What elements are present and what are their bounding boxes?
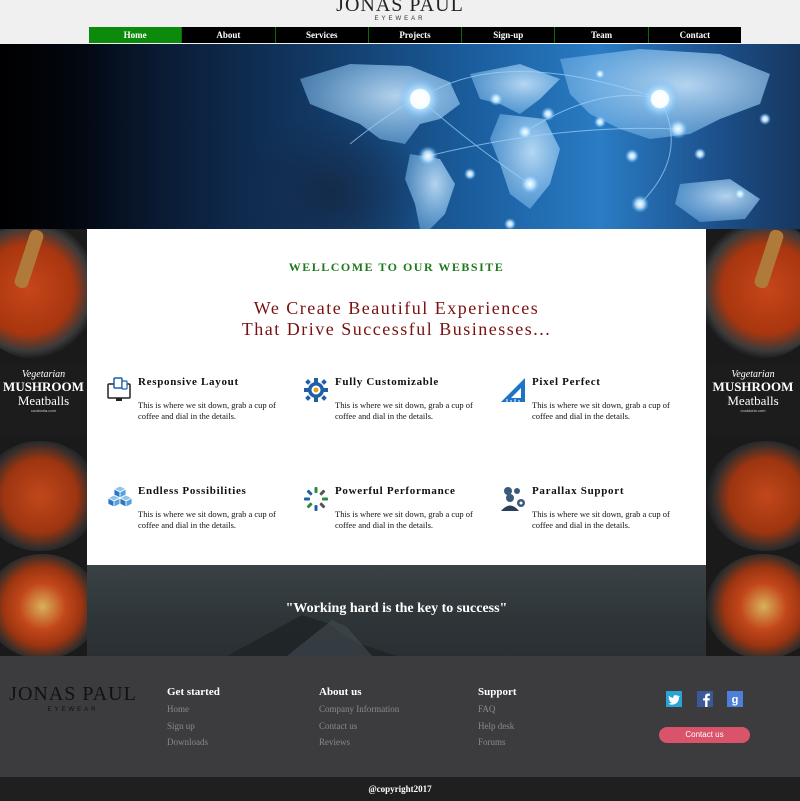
footer-heading: About us [319,686,362,698]
quote-text: "Working hard is the key to success" [285,601,508,616]
twitter-icon[interactable] [666,691,682,707]
headline: We Create Beautiful Experiences That Dri… [87,298,706,340]
brand-logo[interactable]: JONAS PAUL EYEWEAR [0,0,800,23]
footer-column-get-started: Get started Home Sign up Downloads [167,686,220,751]
google-plus-icon[interactable]: g [727,691,743,707]
spaghetti-plate-image [0,554,87,656]
meatball-bowl-image [0,441,87,551]
feature-description: This is where we sit down, grab a cup of… [532,509,670,530]
brand-name: JONAS PAUL [336,0,464,16]
side-ad-right[interactable]: Vegetarian MUSHROOM Meatballs cooktoria.… [706,229,800,656]
footer-logo[interactable]: JONAS PAUL EYEWEAR [8,684,138,713]
nav-item-services[interactable]: Services [274,27,368,43]
main-content: WELLCOME TO OUR WEBSITE We Create Beauti… [87,229,706,565]
side-ad-banner: Vegetarian MUSHROOM Meatballs cooktoria.… [0,365,87,435]
world-network-map [300,49,771,229]
footer-brand-tagline: EYEWEAR [47,707,99,713]
headline-line-2: That Drive Successful Businesses... [241,319,552,339]
footer-link-downloads[interactable]: Downloads [167,734,220,751]
gear-icon [304,378,328,402]
feature-title: Powerful Performance [335,485,456,497]
ad-line-mushroom: MUSHROOM [712,379,794,394]
main-nav: Home About Services Projects Sign-up Tea… [89,27,741,43]
ad-line-site: cooktoria.com [31,408,56,413]
footer-link-sign-up[interactable]: Sign up [167,718,220,735]
feature-description: This is where we sit down, grab a cup of… [335,509,473,530]
feature-title: Responsive Layout [138,376,239,388]
footer-link-company-information[interactable]: Company Information [319,701,399,718]
feature-description: This is where we sit down, grab a cup of… [138,400,276,421]
nav-item-about[interactable]: About [181,27,274,43]
side-ad-left[interactable]: Vegetarian MUSHROOM Meatballs cooktoria.… [0,229,87,656]
ad-line-site: cooktoria.com [740,408,766,413]
feature-title: Pixel Perfect [532,376,601,388]
meatball-pan-image [0,229,87,359]
feature-title: Parallax Support [532,485,625,497]
ad-line-meatballs: Meatballs [727,393,779,408]
footer-heading: Get started [167,686,220,698]
footer-link-home[interactable]: Home [167,701,220,718]
headline-line-1: We Create Beautiful Experiences [253,298,540,318]
quote-section: "Working hard is the key to success" [87,565,706,656]
facebook-icon[interactable] [697,691,713,707]
footer-column-support: Support FAQ Help desk Forums [478,686,517,751]
user-gears-icon [501,487,525,511]
cubes-icon [107,485,133,508]
brand-tagline: EYEWEAR [374,16,426,22]
spaghetti-plate-image [706,554,800,656]
footer-link-forums[interactable]: Forums [478,734,517,751]
footer-link-reviews[interactable]: Reviews [319,734,399,751]
footer-brand-name: JONAS PAUL [9,683,137,705]
meatball-bowl-image [706,441,800,551]
side-ad-banner: Vegetarian MUSHROOM Meatballs cooktoria.… [706,365,800,435]
svg-text:g: g [732,694,739,706]
footer-link-contact-us[interactable]: Contact us [319,718,399,735]
hero-banner [0,44,800,229]
nav-item-contact[interactable]: Contact [647,27,741,43]
nav-item-projects[interactable]: Projects [367,27,461,43]
feature-title: Endless Possibilities [138,485,247,497]
footer-heading: Support [478,686,517,698]
ruler-triangle-icon [501,378,525,402]
feature-description: This is where we sit down, grab a cup of… [532,400,670,421]
contact-us-button[interactable]: Contact us [659,727,750,743]
nav-item-team[interactable]: Team [554,27,647,43]
loading-spinner-icon [304,487,328,511]
nav-item-sign-up[interactable]: Sign-up [461,27,554,43]
ad-line-meatballs: Meatballs [17,393,70,408]
ad-line-mushroom: MUSHROOM [3,379,84,394]
copyright-bar: @copyright2017 [0,777,800,801]
welcome-heading: WELLCOME TO OUR WEBSITE [288,260,505,274]
nav-item-home[interactable]: Home [89,27,182,43]
feature-description: This is where we sit down, grab a cup of… [335,400,473,421]
footer-link-faq[interactable]: FAQ [478,701,517,718]
footer-link-help-desk[interactable]: Help desk [478,718,517,735]
feature-description: This is where we sit down, grab a cup of… [138,509,276,530]
footer-column-about-us: About us Company Information Contact us … [319,686,399,751]
responsive-devices-icon [107,377,131,401]
site-footer: JONAS PAUL EYEWEAR Get started Home Sign… [0,656,800,777]
meatball-pan-image [706,229,800,359]
feature-title: Fully Customizable [335,376,439,388]
site-header: JONAS PAUL EYEWEAR Home About Services P… [0,0,800,44]
